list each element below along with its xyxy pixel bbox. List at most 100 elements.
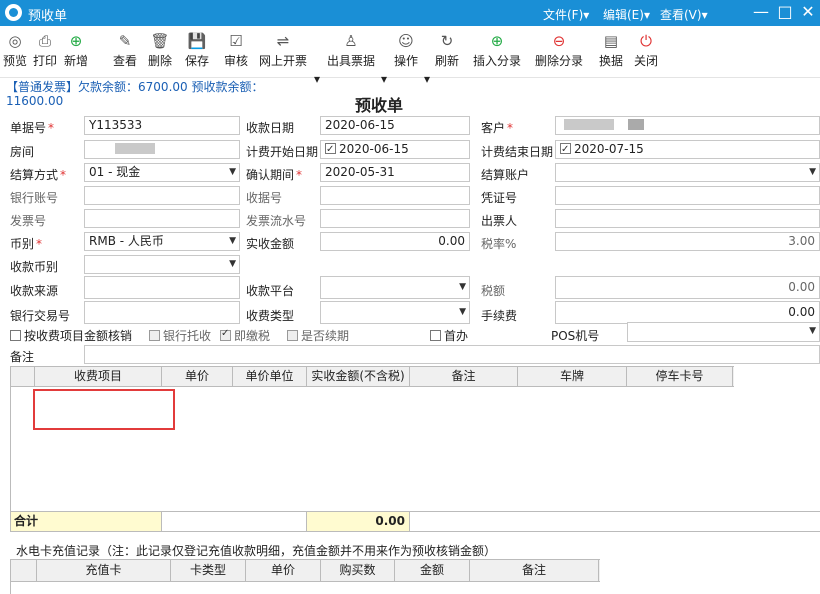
online-invoice-caret-icon[interactable]: ▾ (314, 72, 320, 86)
col-remark[interactable]: 备注 (410, 367, 518, 386)
pos-select[interactable]: ▼ (627, 322, 820, 342)
customer-field[interactable] (555, 116, 820, 135)
platform-select[interactable]: ▼ (320, 276, 470, 299)
settle-method-label: 结算方式 * (10, 168, 67, 182)
operate-button[interactable]: ☺ 操作 (391, 32, 421, 69)
room-field[interactable] (84, 140, 240, 159)
col-card-type[interactable]: 卡类型 (171, 560, 246, 581)
col-quantity[interactable]: 购买数 (321, 560, 395, 581)
receive-date-field[interactable]: 2020-06-15 (320, 116, 470, 135)
invoice-no-field[interactable] (84, 209, 240, 228)
col-unit-price[interactable]: 单价 (246, 560, 321, 581)
billing-end-checkbox[interactable] (560, 141, 571, 158)
hand-icon: ☺ (398, 32, 414, 50)
operate-caret-icon[interactable]: ▾ (424, 72, 430, 86)
refresh-button[interactable]: ↻ 刷新 (433, 32, 461, 69)
view-button[interactable]: ✎ 查看 (112, 32, 138, 69)
fee-field[interactable]: 0.00 (555, 301, 820, 324)
invoice-serial-field[interactable] (320, 209, 470, 228)
selection-highlight (33, 389, 175, 430)
actual-amount-field[interactable]: 0.00 (320, 232, 470, 251)
confirm-period-field[interactable]: 2020-05-31 (320, 163, 470, 182)
receive-currency-select[interactable]: ▼ (84, 255, 240, 274)
toolbar: ◎ 预览 ⎙ 打印 ⊕ 新增 ✎ 查看 🗑 删除 💾 保存 ☑ 审核 ⇌ 网上开… (0, 26, 820, 86)
tax-amount-field[interactable]: 0.00 (555, 276, 820, 299)
minimize-icon[interactable]: — (750, 2, 772, 21)
bank-account-field[interactable] (84, 186, 240, 205)
recharge-row-selector (11, 560, 37, 581)
bank-txn-field[interactable] (84, 301, 240, 324)
actual-amount-label: 实收金额 (246, 237, 295, 251)
settle-account-select[interactable]: ▼ (555, 163, 820, 182)
row-selector-header (11, 367, 35, 386)
confirm-period-label: 确认期间 * (246, 168, 303, 182)
insert-split-button[interactable]: ⊕ 插入分录 (471, 32, 523, 69)
receive-date-label: 收款日期 (246, 121, 295, 135)
plus-circle-icon: ⊕ (490, 32, 504, 50)
online-invoice-button[interactable]: ⇌ 网上开票 (257, 32, 309, 69)
issue-receipt-button[interactable]: ♙ 出具票据 (325, 32, 377, 69)
print-button[interactable]: ⎙ 打印 (32, 32, 58, 69)
remark-field[interactable] (84, 345, 820, 364)
chevron-down-icon: ▼ (809, 326, 816, 336)
audit-button[interactable]: ☑ 审核 (222, 32, 250, 69)
col-recharge-remark[interactable]: 备注 (470, 560, 599, 581)
billing-start-label: 计费开始日期 (246, 145, 319, 159)
platform-label: 收款平台 (246, 284, 295, 298)
add-doc-icon: ⊕ (69, 32, 83, 50)
col-fee-item[interactable]: 收费项目 (35, 367, 162, 386)
option-first[interactable]: 首办 (430, 327, 468, 344)
option-bank[interactable]: 银行托收 (149, 327, 211, 344)
delete-split-button[interactable]: ⊖ 删除分录 (533, 32, 585, 69)
bank-txn-label: 银行交易号 (10, 309, 71, 323)
issue-receipt-caret-icon[interactable]: ▾ (381, 72, 387, 86)
customer-label: 客户 * (481, 121, 514, 135)
total-row: 合计 0.00 (10, 511, 820, 532)
col-parking-card[interactable]: 停车卡号 (627, 367, 733, 386)
close-window-icon[interactable]: ✕ (797, 2, 819, 21)
maximize-icon[interactable]: □ (774, 2, 796, 21)
billing-start-checkbox[interactable] (325, 141, 336, 158)
col-recharge-card[interactable]: 充值卡 (37, 560, 171, 581)
receipt-no-field[interactable] (320, 186, 470, 205)
new-button[interactable]: ⊕ 新增 (62, 32, 90, 69)
receive-type-select[interactable]: ▼ (320, 301, 470, 324)
chevron-down-icon: ▼ (229, 167, 236, 177)
option-tax[interactable]: 即缴税 (220, 327, 270, 344)
drawer-field[interactable] (555, 209, 820, 228)
billing-end-field[interactable]: 2020-07-15 (555, 140, 820, 159)
close-button[interactable]: ⏻ 关闭 (632, 32, 660, 69)
col-price-unit[interactable]: 单价单位 (233, 367, 307, 386)
option-by-item[interactable]: 按收费项目金额核销 (10, 327, 132, 344)
balance-summary: 【普通发票】欠款余额：6700.00 预收款余额： 11600.00 (6, 80, 264, 108)
tax-rate-field[interactable]: 3.00 (555, 232, 820, 251)
drawer-label: 出票人 (481, 214, 518, 228)
change-doc-button[interactable]: ▤ 换据 (597, 32, 625, 69)
option-renew[interactable]: 是否续期 (287, 327, 349, 344)
doc-no-field[interactable]: Y113533 (84, 116, 240, 135)
col-plate[interactable]: 车牌 (518, 367, 627, 386)
save-button[interactable]: 💾 保存 (183, 32, 211, 69)
edit-icon: ✎ (118, 32, 132, 50)
menu-edit[interactable]: 编辑(E)▾ (603, 6, 650, 23)
delete-button[interactable]: 🗑 删除 (147, 32, 173, 69)
menu-file[interactable]: 文件(F)▾ (543, 6, 589, 23)
form-title: 预收单 (355, 96, 404, 115)
billing-start-field[interactable]: 2020-06-15 (320, 140, 470, 159)
voucher-no-field[interactable] (555, 186, 820, 205)
printer-icon: ⎙ (38, 32, 51, 50)
settle-method-select[interactable]: 01 - 现金 ▼ (84, 163, 240, 182)
save-icon: 💾 (187, 32, 207, 50)
col-amount[interactable]: 金额 (395, 560, 470, 581)
col-actual-amount[interactable]: 实收金额(不含税) (307, 367, 410, 386)
menu-view[interactable]: 查看(V)▾ (660, 6, 708, 23)
power-icon: ⏻ (640, 32, 652, 50)
source-field[interactable] (84, 276, 240, 299)
eye-icon: ◎ (8, 32, 22, 50)
preview-button[interactable]: ◎ 预览 (2, 32, 28, 69)
refresh-icon: ↻ (440, 32, 454, 50)
currency-select[interactable]: RMB - 人民币 ▼ (84, 232, 240, 251)
chevron-down-icon: ▼ (459, 282, 466, 292)
col-price[interactable]: 单价 (162, 367, 233, 386)
recharge-grid-body[interactable] (10, 582, 820, 594)
